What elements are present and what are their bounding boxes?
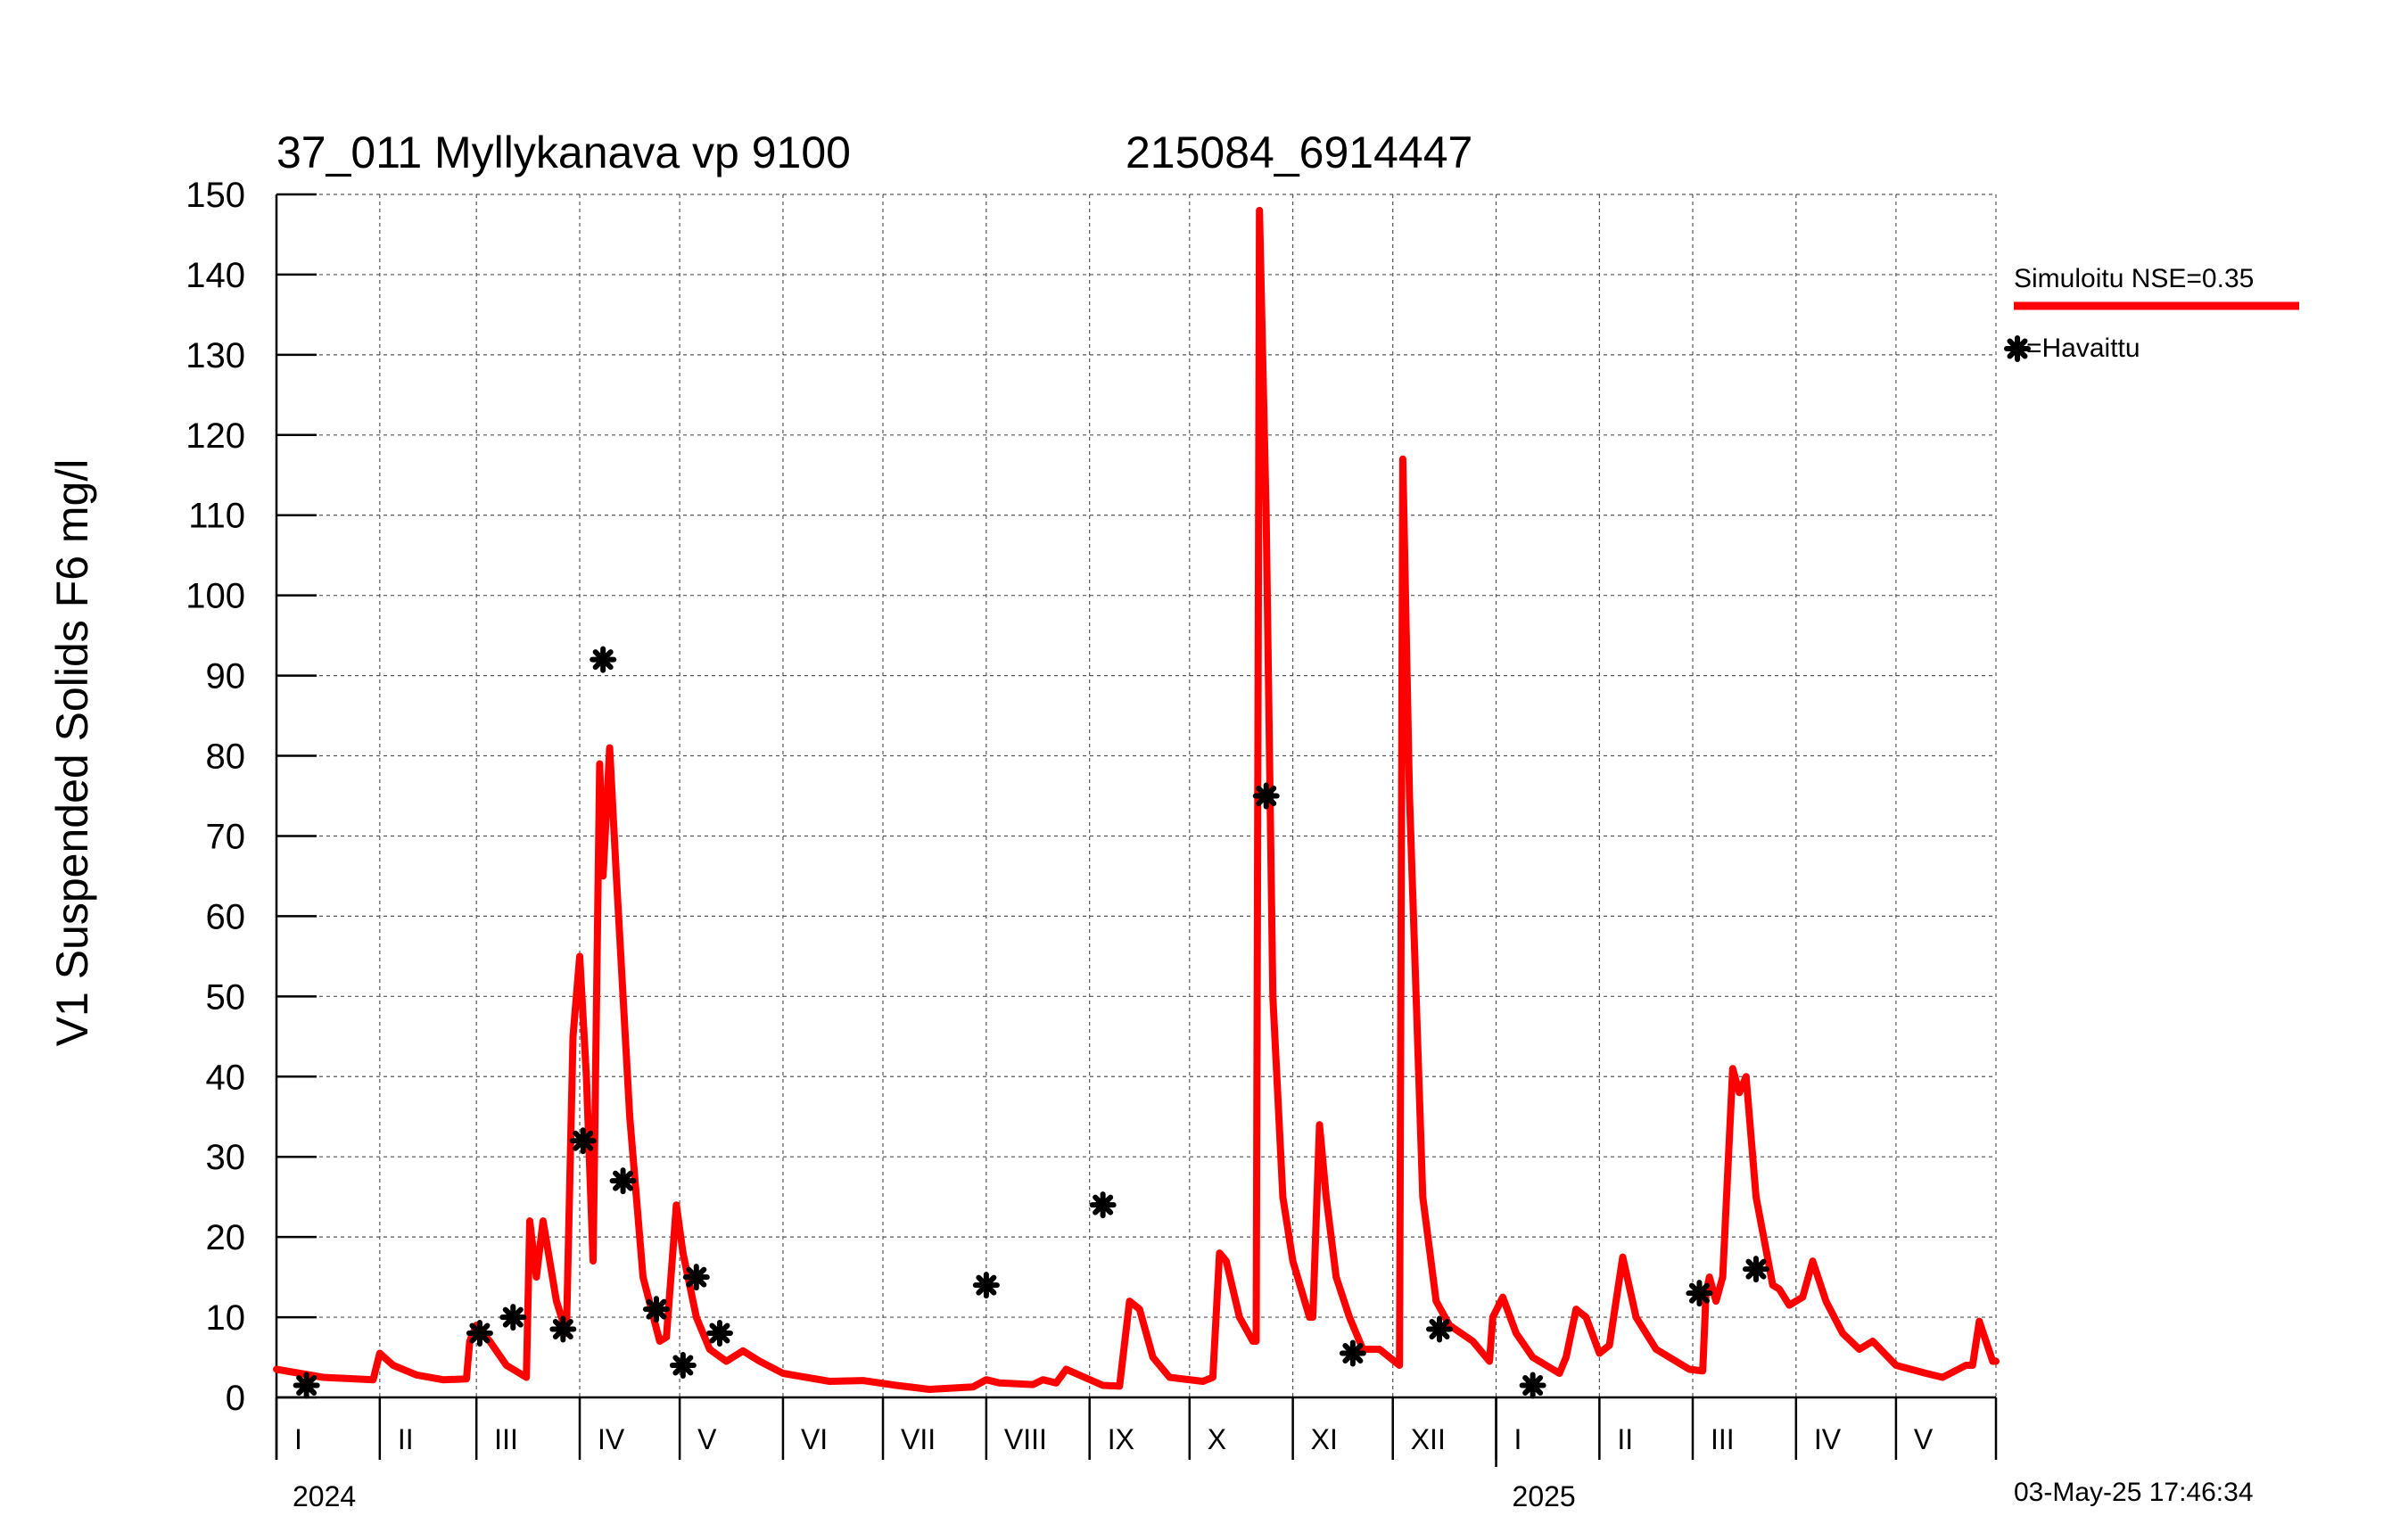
month-label: VII [901,1423,936,1455]
y-tick-label: 130 [186,336,245,375]
chart-title-coords: 215084_6914447 [1126,128,1472,177]
y-tick-label: 0 [226,1379,245,1418]
observed-point [1742,1256,1769,1283]
y-axis-label: V1 Suspended Solids F6 mg/l [47,459,97,1047]
y-tick-label: 60 [206,897,246,936]
y-tick-label: 50 [206,977,246,1017]
y-tick-label: 30 [206,1138,246,1177]
month-label: III [1711,1423,1735,1455]
simulated-line [273,207,2000,1393]
observed-point [1426,1315,1454,1343]
observed-point [669,1352,697,1380]
y-tick-label: 120 [186,416,245,456]
year-label: 2025 [1513,1480,1576,1512]
y-tick-labels: 0 10 20 30 40 50 60 70 80 90 100 110 120 130 140 150 [186,176,245,1418]
observed-point [1089,1191,1117,1219]
y-tick-label: 150 [186,176,245,215]
observed-point [682,1264,710,1291]
y-tick-label: 110 [188,497,245,536]
y-tick-label: 40 [206,1058,246,1097]
chart: 37_011 Myllykanava vp 9100 215084_691444… [47,128,2299,1512]
month-label: IX [1108,1423,1134,1455]
observed-point [1339,1339,1366,1367]
legend-observed-label: =Havaittu [2026,334,2140,363]
simulated-series [273,207,2000,1393]
month-labels: I II III IV V VI VII VIII IX X XI XII I II III IV V [294,1423,1934,1455]
observed-point [466,1320,493,1347]
legend-simulated-label: Simuloitu NSE=0.35 [2014,264,2254,293]
month-label: II [1617,1423,1633,1455]
month-label: V [697,1423,717,1455]
y-tick-label: 10 [206,1298,246,1338]
chart-title-station: 37_011 Myllykanava vp 9100 [276,128,851,177]
y-tick-label: 70 [206,817,246,856]
observed-point [569,1127,597,1155]
observed-point [1252,782,1280,810]
observed-point [1519,1372,1546,1399]
observed-point [549,1315,577,1343]
legend: Simuloitu NSE=0.35 =Havaittu [2004,264,2299,363]
observed-point [972,1272,1000,1299]
month-label: II [398,1423,414,1455]
month-label: XI [1311,1423,1338,1455]
grid-layer [276,194,1997,1397]
observed-point [590,646,617,673]
y-tick-label: 140 [186,256,245,295]
y-tick-label: 20 [206,1218,246,1257]
observed-point [642,1296,670,1323]
year-label: 2024 [293,1480,356,1512]
legend-observed-marker [2004,335,2031,362]
observed-point [705,1320,733,1347]
month-label: V [1914,1423,1934,1455]
month-label: III [494,1423,518,1455]
observed-point [1686,1280,1713,1307]
month-label: IV [1814,1423,1842,1455]
month-label: XII [1411,1423,1446,1455]
observed-point [499,1304,527,1331]
observed-point [609,1167,637,1195]
month-label: X [1208,1423,1226,1455]
observed-point [293,1372,320,1399]
observed-marker-icon [2004,335,2031,362]
y-tick-label: 80 [206,737,246,777]
y-tick-label: 100 [186,577,245,616]
month-label: VIII [1004,1423,1047,1455]
month-label: IV [598,1423,625,1455]
observed-series [293,646,1769,1399]
timestamp: 03-May-25 17:46:34 [2014,1478,2254,1507]
month-label: I [1514,1423,1522,1455]
y-tick-label: 90 [206,657,246,696]
month-label: VI [801,1423,828,1455]
year-labels: 2024 2025 [293,1480,1576,1512]
month-label: I [294,1423,302,1455]
